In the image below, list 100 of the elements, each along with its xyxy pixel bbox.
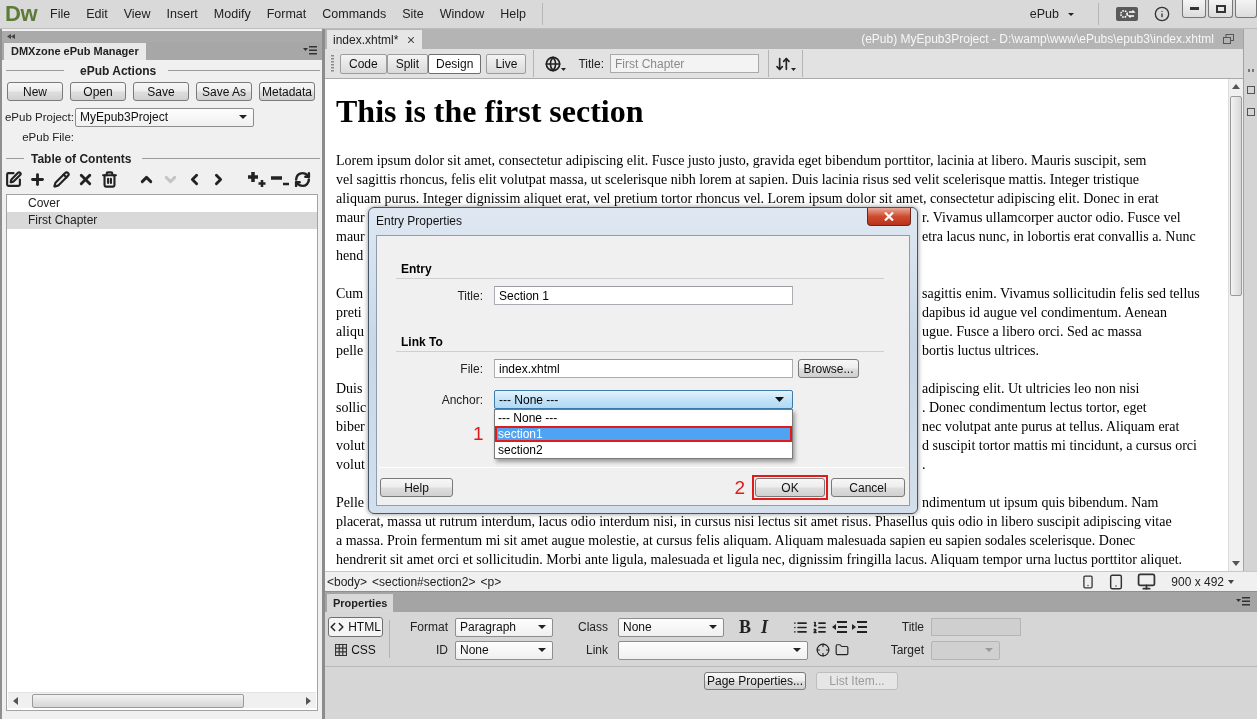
trash-icon[interactable] bbox=[101, 171, 118, 188]
grip-icon[interactable] bbox=[1247, 69, 1254, 72]
scrollbar-thumb[interactable] bbox=[1230, 96, 1242, 296]
text-fragment: Cum bbox=[336, 285, 364, 303]
bold-button[interactable]: B bbox=[739, 618, 751, 636]
menu-item[interactable]: File bbox=[42, 5, 79, 23]
action-button[interactable]: Save As bbox=[196, 82, 252, 101]
grip-icon[interactable] bbox=[331, 54, 334, 73]
window-size-menu[interactable]: 900 x 492 bbox=[1171, 574, 1234, 589]
plus-icon[interactable] bbox=[29, 171, 46, 188]
panel-tab[interactable]: DMXzone ePub Manager bbox=[4, 43, 146, 60]
window-button[interactable] bbox=[1235, 0, 1257, 18]
mode-button[interactable]: CSS bbox=[328, 640, 383, 660]
menu-item[interactable]: Window bbox=[431, 5, 493, 23]
action-button[interactable]: Save bbox=[133, 82, 189, 101]
id-select[interactable]: None bbox=[455, 640, 553, 660]
project-select[interactable]: MyEpub3Project bbox=[75, 107, 254, 127]
view-tab[interactable]: Design bbox=[428, 53, 482, 74]
tag-selector[interactable]: <p> bbox=[480, 574, 502, 589]
field-label: Title: bbox=[578, 56, 604, 71]
close-button[interactable] bbox=[867, 208, 911, 226]
scrollbar-thumb[interactable] bbox=[32, 693, 244, 708]
vertical-scrollbar[interactable] bbox=[1228, 79, 1243, 571]
browse-button[interactable]: Browse... bbox=[798, 359, 859, 378]
pencil-icon[interactable] bbox=[53, 171, 70, 188]
annotation-number: 1 bbox=[473, 424, 484, 443]
numbered-list-icon[interactable] bbox=[812, 619, 828, 635]
link-field[interactable] bbox=[618, 640, 808, 660]
outdent-icon[interactable] bbox=[832, 621, 848, 633]
dialog-button[interactable]: Cancel bbox=[831, 478, 905, 497]
format-select[interactable]: Paragraph bbox=[455, 617, 553, 637]
caret-icon bbox=[538, 625, 546, 629]
close-icon[interactable] bbox=[406, 34, 417, 45]
panel-menu-icon[interactable] bbox=[1236, 597, 1250, 606]
scroll-down-icon[interactable] bbox=[1232, 561, 1240, 566]
indent-icon[interactable] bbox=[852, 621, 868, 633]
phone-icon[interactable] bbox=[1081, 574, 1096, 589]
field-label: Title: bbox=[457, 288, 483, 303]
input-field[interactable]: Section 1 bbox=[494, 286, 793, 305]
action-button[interactable]: New bbox=[7, 82, 63, 101]
edit-icon[interactable] bbox=[5, 171, 22, 188]
annotation-number: 2 bbox=[734, 478, 745, 497]
view-tab[interactable]: Split bbox=[386, 53, 429, 74]
maximize-button[interactable] bbox=[1208, 0, 1233, 18]
action-button[interactable]: Metadata bbox=[259, 82, 315, 101]
menu-item[interactable]: Help bbox=[492, 5, 534, 23]
info-icon[interactable] bbox=[1154, 6, 1170, 22]
square-icon[interactable] bbox=[1246, 108, 1255, 116]
sync-settings-icon[interactable] bbox=[1116, 7, 1138, 21]
panel-menu-icon[interactable] bbox=[303, 46, 317, 55]
cross-icon[interactable] bbox=[77, 171, 94, 188]
action-button[interactable]: Open bbox=[70, 82, 126, 101]
minimize-button[interactable] bbox=[1182, 0, 1206, 18]
italic-button[interactable]: I bbox=[761, 618, 769, 636]
workspace-switcher[interactable]: ePub bbox=[1023, 4, 1080, 24]
sort-arrows-icon[interactable] bbox=[774, 55, 791, 72]
panel-button: List Item... bbox=[816, 672, 898, 690]
text-fragment: . Donec condimentum lectus tortor, eget bbox=[922, 399, 1147, 417]
tablet-icon[interactable] bbox=[1108, 573, 1125, 590]
collapse-icon[interactable] bbox=[7, 34, 15, 39]
restore-icon[interactable] bbox=[1223, 34, 1234, 44]
text-fragment: d suscipit tortor mattis mi tincidunt, a cursus orci bbox=[922, 437, 1197, 455]
monitor-icon[interactable] bbox=[1137, 572, 1157, 591]
menu-item[interactable]: Commands bbox=[314, 5, 395, 23]
field-label: Class bbox=[578, 620, 608, 634]
class-select[interactable]: None bbox=[618, 617, 724, 637]
menu-item[interactable]: Insert bbox=[158, 5, 206, 23]
menu-item[interactable]: View bbox=[115, 5, 159, 23]
tag-selector[interactable]: <section#section2> bbox=[372, 574, 476, 589]
panel-button[interactable]: Page Properties... bbox=[704, 672, 806, 690]
bulleted-list-icon[interactable] bbox=[793, 619, 809, 635]
menu-item[interactable]: Site bbox=[394, 5, 432, 23]
mode-button[interactable]: HTML bbox=[328, 617, 383, 637]
field-label: ePub File: bbox=[22, 131, 74, 143]
crosshair-icon[interactable] bbox=[816, 643, 830, 657]
globe-icon[interactable] bbox=[545, 55, 562, 72]
panel-tab[interactable]: Properties bbox=[327, 594, 394, 612]
toc-item[interactable]: First Chapter bbox=[7, 212, 317, 229]
dialog-button[interactable]: Help bbox=[380, 478, 453, 497]
menu-item[interactable]: Modify bbox=[205, 5, 259, 23]
view-tab[interactable]: Code bbox=[340, 53, 387, 74]
scroll-up-icon[interactable] bbox=[1232, 84, 1240, 89]
folder-icon[interactable] bbox=[835, 643, 849, 657]
menu-item[interactable]: Edit bbox=[78, 5, 116, 23]
view-tab[interactable]: Live bbox=[486, 53, 527, 74]
text-fragment: Pelle bbox=[336, 494, 364, 512]
horizontal-scrollbar[interactable] bbox=[8, 692, 316, 708]
tag-selector[interactable]: <body> bbox=[327, 574, 368, 589]
input-field[interactable]: index.xhtml bbox=[494, 359, 793, 378]
text-fragment: aliqu bbox=[336, 323, 364, 341]
scroll-left-icon[interactable] bbox=[13, 696, 18, 705]
add-plus-icon[interactable] bbox=[247, 171, 267, 188]
dialog-button[interactable]: OK bbox=[755, 478, 825, 497]
document-tab[interactable]: index.xhtml* bbox=[327, 30, 423, 49]
refresh-icon[interactable] bbox=[294, 171, 311, 188]
anchor-select[interactable]: --- None --- bbox=[494, 390, 793, 409]
scroll-right-icon[interactable] bbox=[306, 696, 311, 705]
toc-item[interactable]: Cover bbox=[7, 195, 317, 212]
square-icon[interactable] bbox=[1246, 86, 1255, 94]
menu-item[interactable]: Format bbox=[258, 5, 315, 23]
